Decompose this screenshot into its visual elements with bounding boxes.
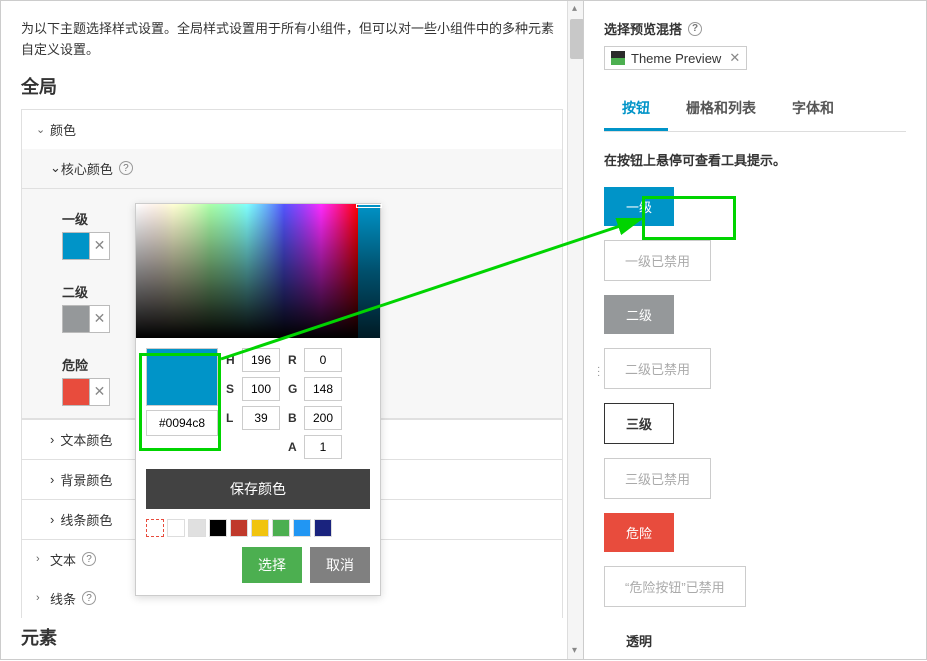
chevron-down-icon: ⌄ <box>50 160 61 176</box>
chevron-right-icon: › <box>50 512 54 527</box>
danger-swatch[interactable] <box>62 378 90 406</box>
help-icon[interactable]: ? <box>82 591 96 605</box>
color-section[interactable]: ⌄ 颜色 <box>21 109 563 149</box>
g-input[interactable] <box>304 377 342 401</box>
primary-swatch[interactable] <box>62 232 90 260</box>
b-input[interactable] <box>304 406 342 430</box>
palette-swatch[interactable] <box>314 519 332 537</box>
scroll-down-icon[interactable]: ▾ <box>572 646 582 656</box>
clear-danger-icon[interactable]: ✕ <box>90 378 110 406</box>
secondary-swatch[interactable] <box>62 305 90 333</box>
preview-primary-button[interactable]: 一级 <box>604 187 674 226</box>
clear-secondary-icon[interactable]: ✕ <box>90 305 110 333</box>
preview-danger-disabled-button[interactable]: “危险按钮”已禁用 <box>604 566 746 607</box>
palette-swatch[interactable] <box>188 519 206 537</box>
chevron-right-icon: › <box>36 553 50 565</box>
hover-note: 在按钮上悬停可查看工具提示。 <box>604 150 906 169</box>
help-icon[interactable]: ? <box>688 22 702 36</box>
l-input[interactable] <box>242 406 280 430</box>
preview-transparent-button[interactable]: 透明 <box>604 621 674 659</box>
close-icon[interactable]: ✕ <box>729 50 740 66</box>
clear-primary-icon[interactable]: ✕ <box>90 232 110 260</box>
chevron-right-icon: › <box>36 592 50 604</box>
theme-swatch-icon <box>611 51 625 65</box>
preview-secondary-disabled-button[interactable]: 二级已禁用 <box>604 348 711 389</box>
s-input[interactable] <box>242 377 280 401</box>
scroll-up-icon[interactable]: ▴ <box>572 4 582 14</box>
saturation-value-area[interactable] <box>136 204 358 338</box>
hex-input[interactable] <box>146 410 218 436</box>
scrollbar[interactable]: ▴ ▾ <box>567 1 583 659</box>
elements-heading: 元素 <box>21 624 563 650</box>
r-input[interactable] <box>304 348 342 372</box>
palette-swatch[interactable] <box>230 519 248 537</box>
core-colors-label: 核心颜色 <box>61 159 113 178</box>
description: 为以下主题选择样式设置。全局样式设置用于所有小组件，但可以对一些小组件中的多种元… <box>21 19 563 61</box>
save-color-button[interactable]: 保存颜色 <box>146 469 370 509</box>
color-picker: H S L R G B A 保存颜色 选择 取消 <box>135 203 381 596</box>
resize-handle-icon[interactable]: ··· <box>597 366 600 378</box>
palette-empty-swatch[interactable] <box>146 519 164 537</box>
h-input[interactable] <box>242 348 280 372</box>
palette-swatch[interactable] <box>209 519 227 537</box>
tab-buttons[interactable]: 按钮 <box>604 88 668 131</box>
palette-swatch[interactable] <box>251 519 269 537</box>
theme-preview-tag[interactable]: Theme Preview ✕ <box>604 46 747 70</box>
cancel-button[interactable]: 取消 <box>310 547 370 583</box>
preview-tertiary-disabled-button[interactable]: 三级已禁用 <box>604 458 711 499</box>
preview-mix-label: 选择预览混搭 <box>604 19 682 38</box>
color-preview-swatch <box>146 348 218 406</box>
chevron-right-icon: › <box>50 472 54 487</box>
select-button[interactable]: 选择 <box>242 547 302 583</box>
preview-tertiary-button[interactable]: 三级 <box>604 403 674 444</box>
core-colors-section[interactable]: ⌄ 核心颜色 ? <box>21 149 563 189</box>
tab-fonts[interactable]: 字体和 <box>774 88 852 131</box>
chevron-right-icon: › <box>50 432 54 447</box>
preview-secondary-button[interactable]: 二级 <box>604 295 674 334</box>
palette-swatch[interactable] <box>167 519 185 537</box>
preview-danger-button[interactable]: 危险 <box>604 513 674 552</box>
help-icon[interactable]: ? <box>119 161 133 175</box>
global-heading: 全局 <box>21 73 563 99</box>
color-label: 颜色 <box>50 120 76 139</box>
help-icon[interactable]: ? <box>82 552 96 566</box>
hue-slider[interactable] <box>358 204 380 338</box>
palette-swatch[interactable] <box>272 519 290 537</box>
a-input[interactable] <box>304 435 342 459</box>
chevron-down-icon: ⌄ <box>36 123 50 136</box>
tab-grids[interactable]: 栅格和列表 <box>668 88 774 131</box>
preview-primary-disabled-button[interactable]: 一级已禁用 <box>604 240 711 281</box>
palette-swatch[interactable] <box>293 519 311 537</box>
